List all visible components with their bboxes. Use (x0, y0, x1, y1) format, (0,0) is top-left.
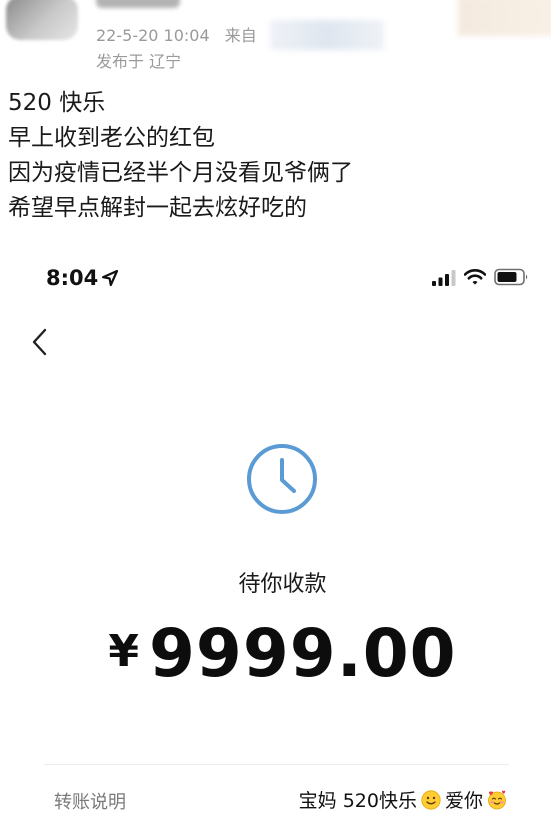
note-value: 宝妈 520快乐 爱你 (299, 786, 511, 813)
post-content: 520 快乐 早上收到老公的红包 因为疫情已经半个月没看见爷俩了 希望早点解封一… (8, 86, 544, 226)
post-line: 520 快乐 (8, 90, 106, 116)
note-text-after: 爱你 (444, 790, 483, 812)
back-button[interactable] (26, 322, 56, 362)
post-header: 22-5-20 10:04 来自 发布于 辽宁 (0, 0, 551, 80)
avatar[interactable] (6, 0, 78, 40)
post-line: 希望早点解封一起去炫好吃的 (8, 195, 307, 221)
clock-icon (247, 444, 317, 514)
post-line: 因为疫情已经半个月没看见爷俩了 (8, 160, 353, 186)
transfer-screenshot: 8:04 待你收款 ¥9999.00 转账说明 宝妈 520快乐 爱你 (0, 250, 551, 814)
wifi-icon (464, 269, 486, 285)
transfer-amount: ¥9999.00 (0, 615, 551, 692)
amount-value: 9999.00 (149, 615, 457, 692)
location-arrow-icon (101, 269, 119, 287)
note-text-before: 宝妈 520快乐 (298, 790, 417, 812)
transfer-status: 待你收款 (238, 572, 327, 597)
post-line: 早上收到老公的红包 (8, 125, 215, 151)
username-redacted (96, 0, 180, 8)
signal-icon (432, 270, 456, 286)
note-label: 转账说明 (54, 792, 126, 813)
status-bar: 8:04 (0, 250, 551, 306)
post-meta: 22-5-20 10:04 来自 (96, 22, 257, 46)
currency-symbol: ¥ (108, 626, 139, 677)
post-source-redacted (270, 20, 384, 50)
chevron-left-icon (32, 328, 47, 356)
slightly-smiling-face-icon (421, 789, 441, 810)
post-source-label: 来自 (224, 26, 257, 45)
transfer-note-row: 转账说明 宝妈 520快乐 爱你 (0, 780, 551, 814)
post-time: 22-5-20 10:04 (96, 26, 210, 45)
corner-redacted (458, 0, 551, 36)
divider (44, 764, 509, 765)
status-time: 8:04 (46, 266, 99, 290)
smiling-face-with-hearts-icon (488, 790, 506, 809)
battery-icon (494, 268, 528, 286)
post-location: 发布于 辽宁 (96, 52, 182, 71)
